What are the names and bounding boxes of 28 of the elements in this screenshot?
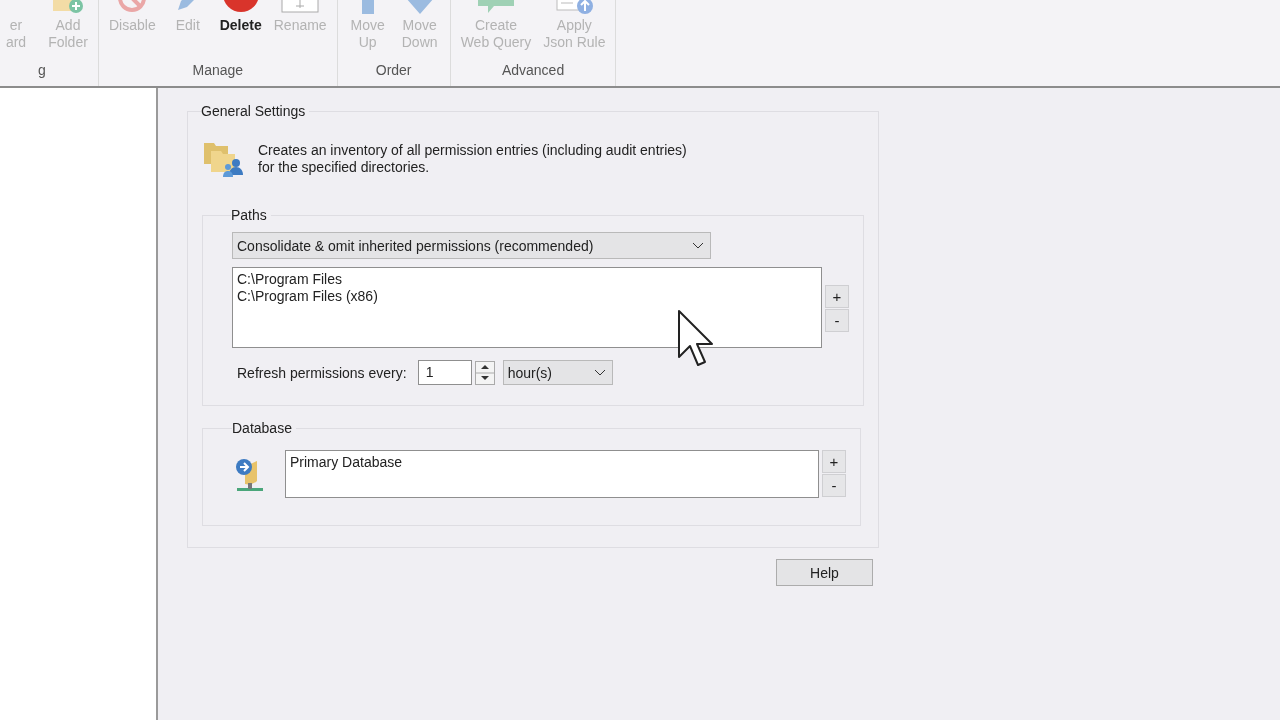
group-label: Advanced bbox=[501, 62, 565, 78]
path-item[interactable]: C:\Program Files bbox=[237, 271, 817, 288]
path-item[interactable]: C:\Program Files (x86) bbox=[237, 288, 817, 305]
database-item[interactable]: Primary Database bbox=[290, 454, 814, 471]
paths-list[interactable]: C:\Program Files C:\Program Files (x86) bbox=[232, 267, 822, 348]
spinner-arrows-icon[interactable] bbox=[474, 360, 495, 385]
group-label: Manage bbox=[192, 62, 244, 78]
remove-button[interactable]: - bbox=[825, 309, 849, 332]
group-label: Order bbox=[375, 62, 412, 78]
add-button[interactable]: + bbox=[825, 285, 849, 308]
group-label: g bbox=[38, 62, 46, 78]
section-title: General Settings bbox=[201, 103, 307, 119]
ribbon-button[interactable]: Delete bbox=[215, 0, 266, 34]
section-title: Paths bbox=[231, 207, 268, 223]
chevron-down-icon bbox=[593, 368, 606, 377]
section-title: Database bbox=[232, 420, 293, 436]
folder-users-icon bbox=[203, 141, 245, 179]
chevron-down-icon bbox=[692, 241, 704, 250]
description-text: Creates an inventory of all permission entries (including audit entries) for the specified directories. bbox=[258, 142, 687, 176]
database-list[interactable]: Primary Database bbox=[285, 450, 819, 498]
remove-button[interactable]: - bbox=[822, 474, 846, 497]
unit-dropdown[interactable]: hour(s) bbox=[502, 360, 613, 385]
add-button[interactable]: + bbox=[822, 450, 846, 473]
refresh-label: Refresh permissions every: bbox=[237, 364, 407, 381]
mode-dropdown[interactable]: Consolidate & omit inherited permissions (recommended) bbox=[232, 232, 711, 259]
interval-field[interactable]: 1 bbox=[417, 360, 472, 385]
help-button[interactable]: Help bbox=[776, 559, 873, 586]
database-arrow-icon bbox=[233, 457, 265, 493]
